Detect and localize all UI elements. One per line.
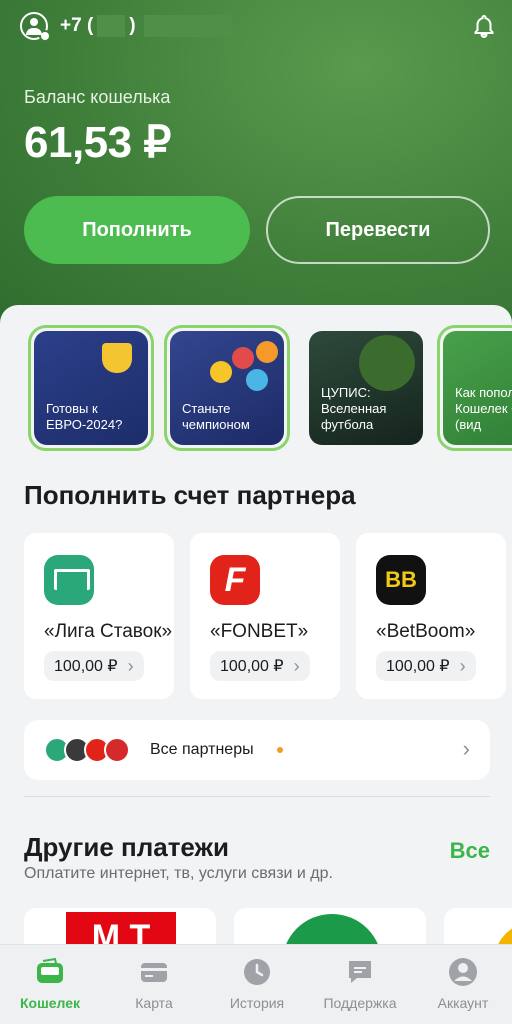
story-text: Готовы к ЕВРО-2024? bbox=[46, 401, 123, 432]
profile-avatar-icon[interactable] bbox=[20, 12, 51, 42]
payment-card-beeline[interactable] bbox=[444, 908, 512, 948]
liga-stavok-logo-icon bbox=[44, 555, 94, 605]
topup-button[interactable]: Пополнить bbox=[24, 196, 250, 264]
partner-card-fonbet[interactable]: F «FONBET» 100,00 ₽ › bbox=[190, 533, 340, 699]
all-partners-label: Все партнеры bbox=[150, 741, 254, 758]
chips-icon bbox=[206, 339, 278, 399]
partner-card-liga[interactable]: «Лига Ставок» 100,00 ₽ › bbox=[24, 533, 174, 699]
divider bbox=[24, 796, 490, 797]
wallet-icon bbox=[35, 957, 65, 987]
balance-amount: 61,53 ₽ bbox=[24, 118, 171, 167]
stories-carousel[interactable]: Готовы к ЕВРО-2024? Станьте чемпионом ЦУ… bbox=[28, 325, 512, 451]
partner-name: «BetBoom» bbox=[376, 621, 476, 642]
mts-logo: М Т bbox=[66, 912, 176, 948]
tab-support[interactable]: Поддержка bbox=[310, 957, 410, 1011]
balance-label: Баланс кошелька bbox=[24, 87, 171, 107]
payment-card-megafon[interactable] bbox=[234, 908, 426, 948]
partner-card-betboom[interactable]: BB «BetBoom» 100,00 ₽ › bbox=[356, 533, 506, 699]
partner-amount-pill[interactable]: 100,00 ₽ › bbox=[376, 651, 476, 681]
tab-account[interactable]: Аккаунт bbox=[413, 957, 512, 1011]
story-text: Станьте чемпионом bbox=[182, 401, 250, 432]
tab-wallet[interactable]: Кошелек bbox=[0, 957, 100, 1011]
bottom-tab-bar: Кошелек Карта История Поддержка Аккаунт bbox=[0, 944, 512, 1024]
other-payments-subtitle: Оплатите интернет, тв, услуги связи и др… bbox=[24, 865, 333, 882]
clock-icon bbox=[242, 957, 272, 987]
other-payments-all-link[interactable]: Все bbox=[450, 838, 490, 864]
transfer-button[interactable]: Перевести bbox=[266, 196, 490, 264]
story-text: ЦУПИС: Вселенная футбола bbox=[321, 385, 387, 432]
partner-logos-stack bbox=[44, 737, 154, 763]
story-cupis[interactable]: ЦУПИС: Вселенная футбола bbox=[303, 325, 429, 451]
football-players-image bbox=[359, 335, 415, 391]
phone-mask-rest bbox=[143, 15, 232, 37]
other-payments-title: Другие платежи bbox=[24, 832, 229, 862]
tab-card[interactable]: Карта bbox=[104, 957, 204, 1011]
fonbet-logo-icon: F bbox=[210, 555, 260, 605]
ball-mini-icon bbox=[104, 737, 130, 763]
payment-card-mts[interactable]: М Т bbox=[24, 908, 216, 948]
chevron-right-icon: › bbox=[459, 655, 466, 676]
story-text: Как попол Кошелек СБП (вид bbox=[455, 385, 512, 432]
tab-history[interactable]: История bbox=[207, 957, 307, 1011]
partners-section-title: Пополнить счет партнера bbox=[24, 480, 356, 510]
phone-number: +7 () bbox=[60, 14, 136, 37]
partner-name: «Лига Ставок» bbox=[44, 621, 172, 642]
phone-mask bbox=[97, 14, 126, 37]
account-icon bbox=[448, 957, 478, 987]
betboom-logo-icon: BB bbox=[376, 555, 426, 605]
chevron-right-icon: › bbox=[462, 736, 470, 761]
partner-name: «FONBET» bbox=[210, 621, 309, 642]
story-champion[interactable]: Станьте чемпионом bbox=[164, 325, 290, 451]
new-indicator-dot bbox=[277, 747, 283, 753]
card-icon bbox=[139, 957, 169, 987]
trophy-icon bbox=[102, 343, 132, 373]
wallet-header: +7 () Баланс кошелька 61,53 ₽ Пополнить … bbox=[0, 0, 512, 330]
partner-amount-pill[interactable]: 100,00 ₽ › bbox=[44, 651, 144, 681]
verified-badge-icon bbox=[39, 30, 51, 42]
top-bar: +7 () bbox=[20, 10, 496, 42]
chevron-right-icon: › bbox=[127, 655, 134, 676]
story-euro[interactable]: Готовы к ЕВРО-2024? bbox=[28, 325, 154, 451]
partner-amount-pill[interactable]: 100,00 ₽ › bbox=[210, 651, 310, 681]
chevron-right-icon: › bbox=[293, 655, 300, 676]
chat-icon bbox=[345, 957, 375, 987]
all-partners-row[interactable]: Все партнеры › bbox=[24, 720, 490, 780]
notifications-bell-icon[interactable] bbox=[472, 14, 496, 38]
megafon-logo-icon bbox=[282, 914, 382, 948]
story-sbp[interactable]: Как попол Кошелек СБП (вид bbox=[437, 325, 512, 451]
payments-carousel[interactable]: М Т bbox=[24, 908, 512, 948]
